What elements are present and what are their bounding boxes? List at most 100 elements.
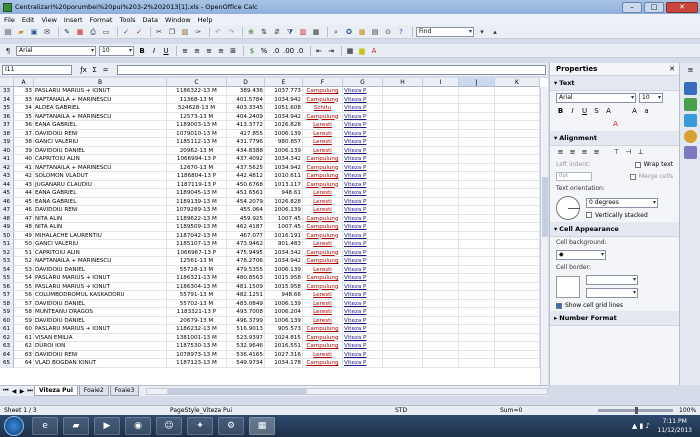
row-header[interactable]: 56 (0, 282, 14, 291)
cell-k[interactable] (495, 231, 540, 240)
cell-k[interactable] (495, 172, 540, 181)
cell-k[interactable] (495, 257, 540, 266)
new-icon[interactable]: ▤ (3, 26, 13, 37)
cell-i[interactable] (423, 325, 459, 334)
cell-a[interactable]: 42 (14, 172, 34, 181)
row-header[interactable]: 40 (0, 146, 14, 155)
cell-f[interactable]: Leresti (303, 197, 343, 206)
cell-j[interactable] (459, 223, 495, 232)
cell-f[interactable]: Leresti (303, 189, 343, 198)
cell-g[interactable]: Viteza P (343, 189, 383, 198)
cell-i[interactable] (423, 299, 459, 308)
menu-format[interactable]: Format (90, 16, 113, 24)
taskbar-media-icon[interactable]: ▶ (94, 417, 120, 435)
align-center-icon[interactable]: ≡ (192, 46, 202, 56)
column-header-g[interactable]: G (343, 78, 383, 87)
navigator-icon[interactable]: ✪ (344, 27, 354, 37)
cell-c[interactable]: 1186321-13 M (167, 274, 227, 283)
cell-e[interactable]: 1006.139 (265, 146, 303, 155)
sidebar-justify-icon[interactable]: ≡ (592, 148, 601, 157)
cell-c[interactable]: 1189139-13 M (167, 197, 227, 206)
cell-f[interactable]: Leresti (303, 299, 343, 308)
cell-i[interactable] (423, 172, 459, 181)
deck-styles-icon[interactable] (684, 98, 697, 111)
percent-icon[interactable]: % (259, 46, 269, 56)
cell-a[interactable]: 33 (14, 87, 34, 96)
row-header[interactable]: 63 (0, 342, 14, 351)
cell-i[interactable] (423, 248, 459, 257)
cell-k[interactable] (495, 316, 540, 325)
cell-d[interactable]: 532.9646 (227, 342, 265, 351)
vertically-stacked-checkbox[interactable] (586, 212, 592, 218)
merge-cells-icon[interactable]: ⊞ (228, 46, 238, 56)
cell-a[interactable]: 45 (14, 197, 34, 206)
cell-a[interactable]: 61 (14, 333, 34, 342)
cell-e[interactable]: 948.61 (265, 189, 303, 198)
cell-k[interactable] (495, 138, 540, 147)
row-header[interactable]: 58 (0, 299, 14, 308)
cell-g[interactable]: Viteza P (343, 248, 383, 257)
cell-h[interactable] (383, 333, 423, 342)
cell-g[interactable]: Viteza P (343, 214, 383, 223)
cell-k[interactable] (495, 274, 540, 283)
column-header-j[interactable]: J (459, 78, 495, 87)
cell-b[interactable]: GANCI VALERIU (34, 138, 167, 147)
cell-c[interactable]: 1066967-13 P (167, 248, 227, 257)
cell-e[interactable]: 1016.551 (265, 342, 303, 351)
row-header[interactable]: 37 (0, 121, 14, 130)
cell-g[interactable]: Viteza P (343, 274, 383, 283)
cell-a[interactable]: 62 (14, 342, 34, 351)
sidebar-align-left-icon[interactable]: ≡ (556, 148, 565, 157)
cell-b[interactable]: EANA GABRIEL (34, 197, 167, 206)
cell-j[interactable] (459, 282, 495, 291)
cell-k[interactable] (495, 299, 540, 308)
cell-j[interactable] (459, 257, 495, 266)
vertical-scrollbar[interactable] (540, 87, 548, 385)
autospell-icon[interactable]: ✓ (134, 27, 144, 37)
cell-i[interactable] (423, 138, 459, 147)
cell-b[interactable]: DAVIDOIU DANIEL (34, 316, 167, 325)
cell-b[interactable]: DAVIDOIU RENI (34, 350, 167, 359)
cell-h[interactable] (383, 172, 423, 181)
cell-b[interactable]: DAVIDOIU RENI (34, 206, 167, 215)
cell-j[interactable] (459, 197, 495, 206)
export-pdf-icon[interactable]: ▦ (75, 27, 85, 37)
name-box[interactable]: I11 (2, 64, 72, 75)
pivot-icon[interactable]: ▦ (311, 27, 321, 37)
cell-e[interactable]: 1015.958 (265, 282, 303, 291)
sidebar-align-middle-icon[interactable]: ⊣ (624, 148, 633, 157)
column-header-h[interactable]: H (383, 78, 423, 87)
cell-b[interactable]: NAFTANAILA + MARINESCU (34, 257, 167, 266)
cell-c[interactable]: 1185112-13 M (167, 138, 227, 147)
minimize-button[interactable]: – (622, 1, 642, 13)
cell-f[interactable]: Leresti (303, 240, 343, 249)
taskbar-ie-icon[interactable]: e (32, 417, 58, 435)
cell-h[interactable] (383, 299, 423, 308)
wrap-text-checkbox[interactable] (634, 161, 641, 168)
cell-c[interactable]: 1189509-13 M (167, 223, 227, 232)
cell-c[interactable]: 1187123-13 M (167, 359, 227, 368)
cell-i[interactable] (423, 87, 459, 96)
cell-c[interactable]: 1186322-13 M (167, 87, 227, 96)
cell-j[interactable] (459, 95, 495, 104)
cell-i[interactable] (423, 350, 459, 359)
cell-k[interactable] (495, 214, 540, 223)
cell-f[interactable]: Campulung (303, 342, 343, 351)
cell-i[interactable] (423, 333, 459, 342)
cell-j[interactable] (459, 121, 495, 130)
cell-e[interactable]: 1010.611 (265, 172, 303, 181)
cell-a[interactable]: 64 (14, 359, 34, 368)
find-next-icon[interactable]: ▾ (477, 27, 487, 37)
cell-j[interactable] (459, 172, 495, 181)
cell-g[interactable]: Viteza P (343, 350, 383, 359)
cell-b[interactable]: COLUMBODROMUL KASKADORU (34, 291, 167, 300)
orientation-dial[interactable] (556, 196, 580, 220)
email-icon[interactable]: ✉ (42, 27, 52, 37)
row-header[interactable]: 60 (0, 316, 14, 325)
cell-c[interactable]: 11368-13 M (167, 95, 227, 104)
cell-g[interactable]: Viteza P (343, 87, 383, 96)
menu-tools[interactable]: Tools (119, 16, 135, 24)
cell-k[interactable] (495, 308, 540, 317)
cell-i[interactable] (423, 197, 459, 206)
cell-h[interactable] (383, 87, 423, 96)
